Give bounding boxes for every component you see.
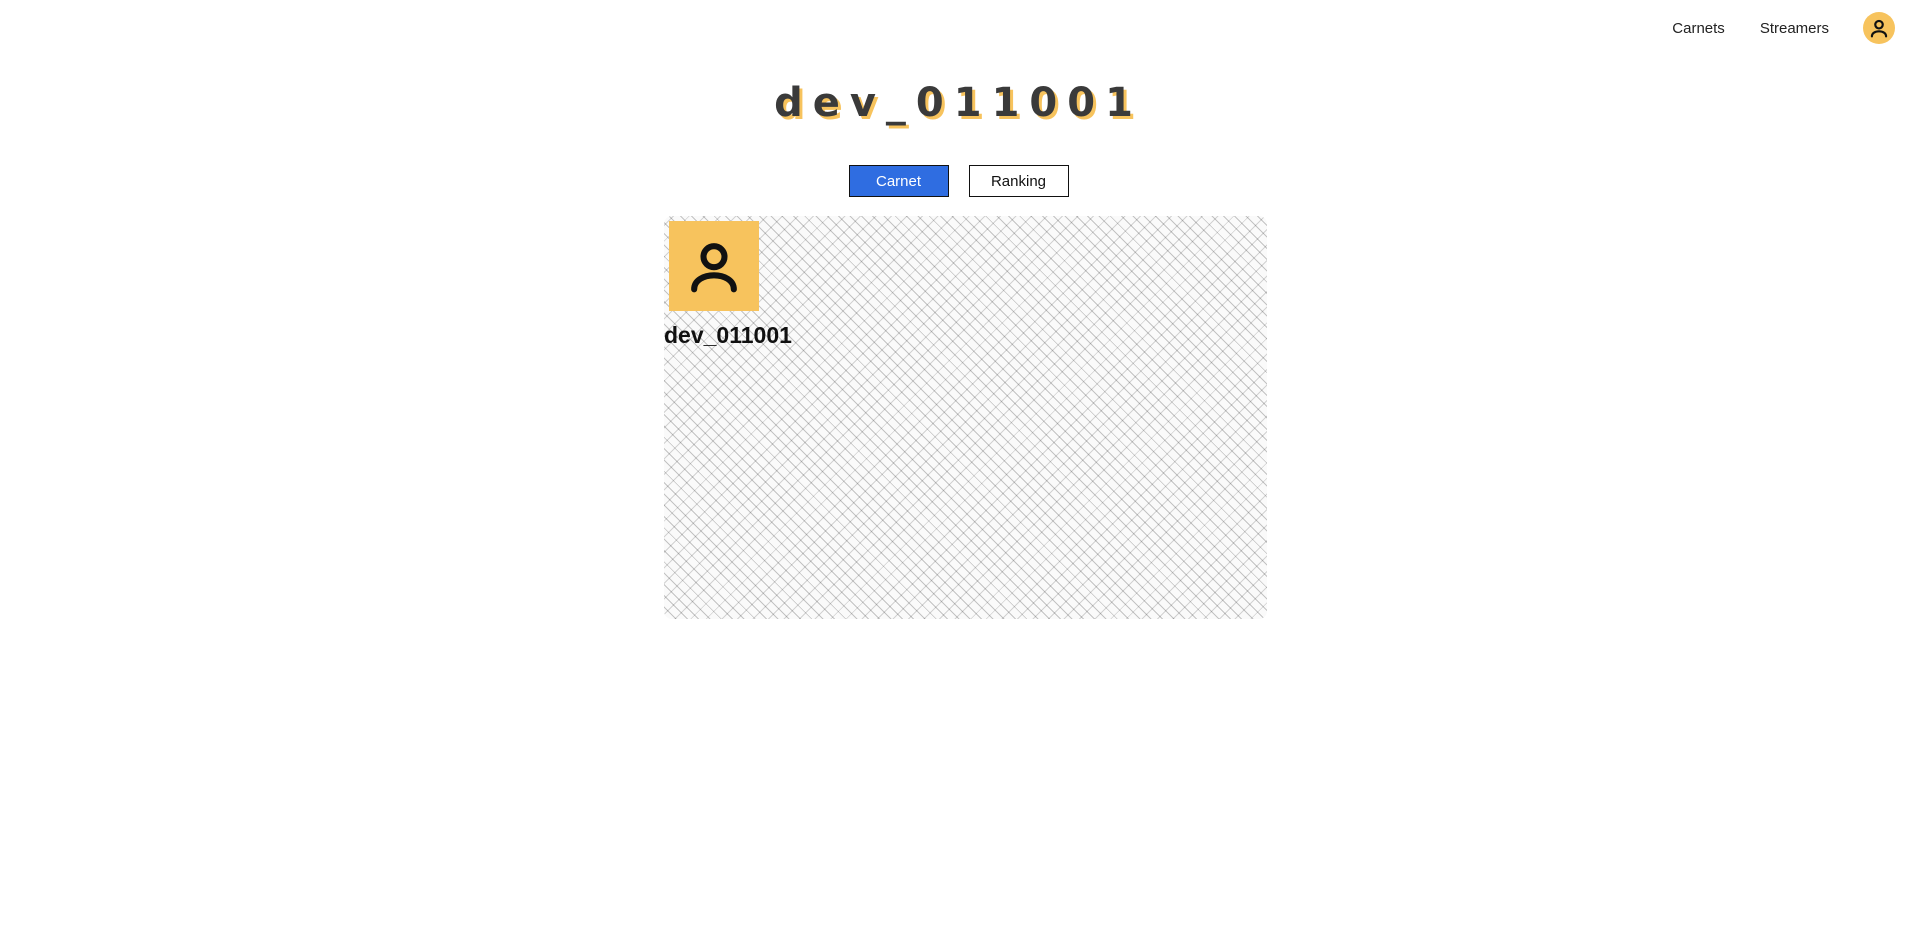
profile-username: dev_011001 xyxy=(664,322,792,348)
page-title: dev_011001 xyxy=(774,80,1143,126)
user-icon xyxy=(691,243,737,293)
top-navigation: Carnets Streamers xyxy=(1637,0,1917,56)
nav-link-streamers[interactable]: Streamers xyxy=(1760,20,1829,37)
nav-link-carnets[interactable]: Carnets xyxy=(1672,20,1725,37)
tab-carnet[interactable]: Carnet xyxy=(848,165,949,197)
profile-tabs: Carnet Ranking xyxy=(0,165,1917,197)
user-menu-avatar[interactable] xyxy=(1863,12,1895,44)
user-icon xyxy=(1870,19,1888,38)
profile-avatar xyxy=(669,221,759,311)
tab-ranking[interactable]: Ranking xyxy=(968,165,1069,197)
profile-card: dev_011001 xyxy=(664,216,1267,619)
